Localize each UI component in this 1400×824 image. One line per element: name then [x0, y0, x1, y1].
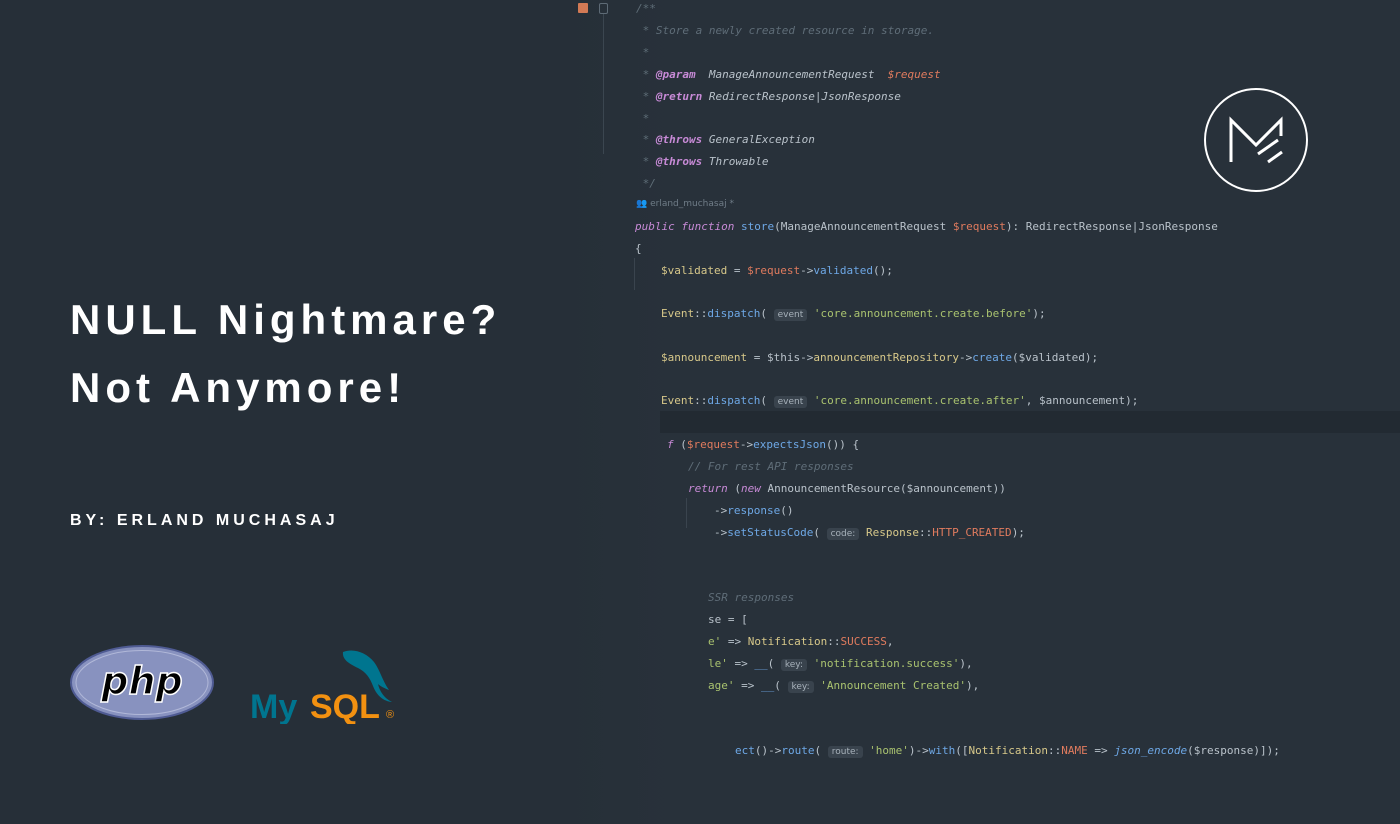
svg-text:php: php — [100, 659, 182, 703]
code-author-hint: 👥 erland_muchasaj * — [636, 199, 734, 209]
code-line: * @throws Throwable — [636, 155, 769, 168]
svg-text:SQL: SQL — [310, 688, 380, 724]
code-line: // For rest API responses — [688, 460, 854, 473]
headline-line-2: Not Anymore! — [70, 364, 407, 411]
code-line: * @param ManageAnnouncementRequest $requ… — [636, 68, 941, 81]
code-line: * @return RedirectResponse|JsonResponse — [636, 90, 901, 103]
m-monogram-icon — [1229, 116, 1283, 164]
author-byline: BY: ERLAND MUCHASAJ — [70, 512, 339, 529]
code-line: * Store a newly created resource in stor… — [636, 24, 935, 37]
code-line: ect()->route( route: 'home')->with([Noti… — [735, 744, 1280, 758]
svg-text:®: ® — [386, 709, 394, 721]
code-line: { — [635, 242, 642, 255]
code-line: Event::dispatch( event 'core.announcemen… — [661, 394, 1139, 408]
code-line: public function store(ManageAnnouncement… — [635, 220, 1218, 233]
code-line: Event::dispatch( event 'core.announcemen… — [661, 307, 1046, 321]
gutter-guide — [603, 14, 604, 154]
bookmark-icon — [578, 3, 588, 13]
php-logo: php — [70, 645, 214, 720]
code-line: return (new AnnouncementResource($announ… — [688, 482, 1006, 495]
fold-icon — [599, 3, 608, 14]
svg-text:My: My — [250, 688, 297, 724]
code-line: le' => __( key: 'notification.success'), — [708, 657, 973, 671]
code-line: $validated = $request->validated(); — [661, 264, 893, 277]
users-icon: 👥 — [636, 199, 648, 209]
code-line: e' => Notification::SUCCESS, — [708, 635, 894, 648]
code-line: ->response() — [714, 504, 794, 517]
code-line: */ — [636, 177, 656, 190]
indent-guide — [634, 258, 635, 290]
code-line: SSR responses — [708, 591, 795, 604]
code-line: se = [ — [708, 613, 748, 626]
code-line: f ($request->expectsJson()) { — [667, 438, 860, 451]
code-line: * — [636, 112, 650, 125]
code-line: ->setStatusCode( code: Response::HTTP_CR… — [714, 526, 1025, 540]
mysql-logo: My SQL ® — [250, 650, 394, 724]
code-line: /** — [636, 2, 656, 15]
indent-guide — [686, 498, 687, 528]
brand-logo — [1204, 88, 1308, 192]
current-line-highlight — [660, 411, 1400, 433]
code-line: * — [636, 46, 650, 59]
code-line: age' => __( key: 'Announcement Created')… — [708, 679, 980, 693]
headline-line-1: NULL Nightmare? — [70, 296, 502, 343]
code-line: * @throws GeneralException — [636, 133, 815, 146]
code-line: $announcement = $this->announcementRepos… — [661, 351, 1099, 364]
